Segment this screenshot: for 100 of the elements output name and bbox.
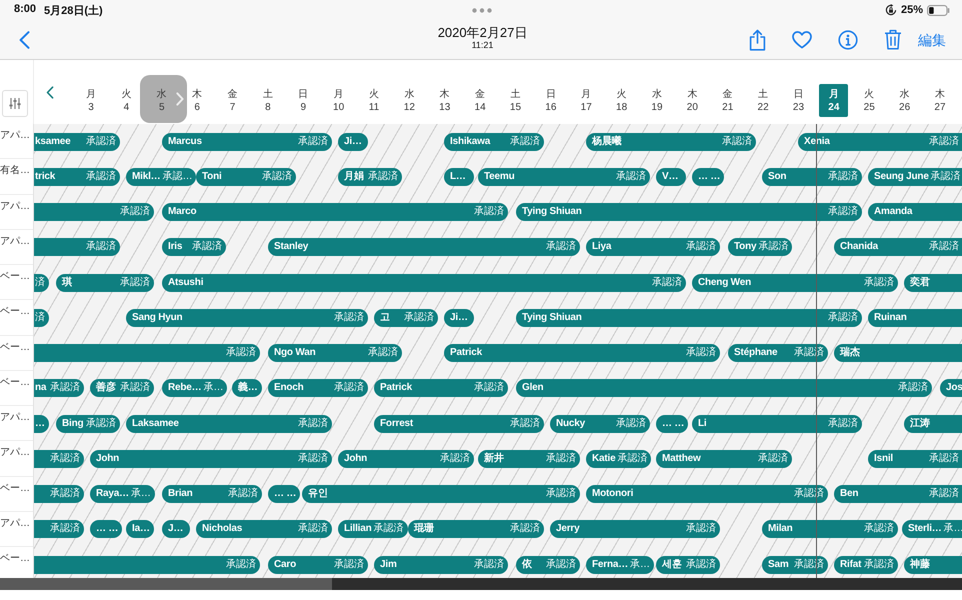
- day-tab[interactable]: 月 10: [324, 84, 354, 117]
- shift-bar[interactable]: Atsushi 承認済: [162, 274, 686, 292]
- shift-bar[interactable]: Patrick 承認済: [444, 344, 720, 362]
- shift-bar[interactable]: Lillian 承認済: [338, 520, 408, 538]
- shift-bar[interactable]: Ji…: [444, 308, 474, 327]
- shift-bar[interactable]: … …: [656, 414, 688, 433]
- day-tab[interactable]: 日 16: [536, 84, 566, 117]
- shift-bar[interactable]: Tying Shiuan 承認済: [516, 203, 862, 222]
- day-tab[interactable]: 木 13: [430, 84, 460, 117]
- shift-bar[interactable]: … …: [692, 168, 724, 186]
- shift-bar[interactable]: Marcus 承認済: [162, 132, 332, 151]
- day-tab[interactable]: 月 24: [819, 84, 848, 117]
- shift-bar[interactable]: Li 承認済: [692, 414, 862, 433]
- shift-bar[interactable]: Brian 承認済: [162, 485, 262, 504]
- shift-bar[interactable]: Matthew 承認済: [656, 450, 792, 468]
- shift-bar[interactable]: Iris 承認済: [162, 238, 226, 256]
- day-tab[interactable]: 土 8: [253, 84, 282, 117]
- shift-bar[interactable]: 琪 承認済: [56, 274, 154, 292]
- shift-bar[interactable]: 承認済: [34, 238, 120, 256]
- shift-bar[interactable]: Sam 承認済: [762, 556, 828, 574]
- day-tab[interactable]: 水 19: [642, 84, 672, 117]
- shift-bar[interactable]: 神藤: [904, 556, 962, 574]
- shift-bar[interactable]: Stéphane 承認済: [728, 344, 828, 362]
- shift-bar[interactable]: Isnil 承認済: [868, 450, 962, 468]
- shift-bar[interactable]: Patrick 承認済: [374, 379, 508, 398]
- shift-bar[interactable]: 杨晨曦 承認済: [586, 132, 756, 151]
- shift-bar[interactable]: 承認済: [34, 203, 154, 222]
- shift-bar[interactable]: … …: [268, 485, 300, 504]
- shift-bar[interactable]: L…: [444, 168, 474, 186]
- shift-bar[interactable]: 義…: [232, 379, 262, 398]
- day-tab[interactable]: 火 11: [359, 84, 388, 117]
- shift-bar[interactable]: Enoch 承認済: [268, 379, 368, 398]
- shift-bar[interactable]: Sterli… 承…: [902, 520, 962, 538]
- shift-bar[interactable]: trick 承認済: [34, 168, 120, 186]
- shift-bar[interactable]: 承認済: [34, 485, 84, 504]
- share-icon[interactable]: [749, 28, 766, 50]
- shift-bar[interactable]: Ishikawa 承認済: [444, 132, 544, 151]
- shift-bar[interactable]: Milan 承認済: [762, 520, 898, 538]
- day-tab[interactable]: 火 25: [854, 84, 884, 117]
- shift-bar[interactable]: Toni 承認済: [196, 168, 296, 186]
- day-tab[interactable]: 水 5: [147, 84, 176, 117]
- shift-bar[interactable]: Liya 承認済: [586, 238, 720, 256]
- shift-bar[interactable]: V…: [656, 168, 686, 186]
- shift-bar[interactable]: Son 承認済: [762, 168, 862, 186]
- shift-bar[interactable]: Katie 承認済: [586, 450, 652, 468]
- shift-bar[interactable]: na 承認済: [34, 379, 84, 398]
- shift-bar[interactable]: Glen 承認済: [516, 379, 932, 398]
- shift-bar[interactable]: 承認済: [34, 344, 260, 362]
- day-tab[interactable]: 火 18: [607, 84, 636, 117]
- shift-bar[interactable]: Ruinan: [868, 308, 962, 327]
- back-icon[interactable]: [19, 30, 30, 48]
- shift-bar[interactable]: 유인 承認済: [302, 485, 580, 504]
- shift-bar[interactable]: Tony 承認済: [728, 238, 792, 256]
- day-tab[interactable]: 水 12: [394, 84, 424, 117]
- info-icon[interactable]: [838, 30, 858, 50]
- shift-bar[interactable]: Ferna… 承…: [586, 556, 654, 574]
- shift-bar[interactable]: Rifat 承認済: [834, 556, 898, 574]
- shift-bar[interactable]: Raya… 承…: [90, 485, 155, 504]
- shift-bar[interactable]: 済: [34, 274, 49, 292]
- shift-bar[interactable]: 琨珊 承認済: [408, 520, 544, 538]
- day-tab[interactable]: 日 9: [288, 84, 318, 117]
- day-tab[interactable]: 月 3: [76, 84, 106, 117]
- day-tab[interactable]: 木 20: [678, 84, 707, 117]
- day-tab[interactable]: 金 7: [218, 84, 247, 117]
- shift-bar[interactable]: 善彦 承認済: [90, 379, 154, 398]
- day-tab[interactable]: 金 21: [713, 84, 742, 117]
- shift-bar[interactable]: Chanida 承認済: [834, 238, 962, 256]
- shift-bar[interactable]: 新井 承認済: [478, 450, 580, 468]
- shift-bar[interactable]: 奕君: [904, 274, 962, 292]
- shift-bar[interactable]: Mikl… 承認…: [126, 168, 196, 186]
- shift-bar[interactable]: John 承認済: [90, 450, 332, 468]
- day-tab[interactable]: 日 23: [784, 84, 813, 117]
- shift-bar[interactable]: 承認済: [34, 556, 260, 574]
- chevron-left-icon[interactable]: [46, 86, 54, 99]
- shift-bar[interactable]: Xenia 承認済: [798, 132, 962, 151]
- shift-bar[interactable]: 承認済: [34, 450, 84, 468]
- day-tab[interactable]: 水 26: [890, 84, 920, 117]
- shift-bar[interactable]: J…: [162, 520, 190, 538]
- shift-bar[interactable]: 세훈 承認済: [656, 556, 720, 574]
- filter-button[interactable]: [2, 90, 28, 117]
- shift-bar[interactable]: ksamee 承認済: [34, 132, 120, 151]
- day-tab[interactable]: 月 17: [572, 84, 601, 117]
- day-tab[interactable]: 土 22: [748, 84, 778, 117]
- thumbnail-strip[interactable]: [0, 578, 962, 590]
- shift-bar[interactable]: Amanda: [868, 203, 962, 222]
- day-tab[interactable]: 火 4: [112, 84, 141, 117]
- shift-bar[interactable]: Cheng Wen 承認済: [692, 274, 898, 292]
- multitasking-dots-icon[interactable]: [472, 8, 492, 12]
- day-tab[interactable]: 木 27: [925, 84, 954, 117]
- day-tab[interactable]: 土 15: [500, 84, 530, 117]
- day-tab[interactable]: 金 14: [466, 84, 495, 117]
- edit-button[interactable]: 編集: [918, 30, 946, 48]
- shift-bar[interactable]: Forrest 承認済: [374, 414, 544, 433]
- shift-bar[interactable]: Rebe… 承…: [162, 379, 228, 398]
- shift-bar[interactable]: Ben 承認済: [834, 485, 962, 504]
- shift-bar[interactable]: Jim 承認済: [374, 556, 508, 574]
- shift-bar[interactable]: 고 承認済: [374, 308, 438, 327]
- shift-bar[interactable]: … …: [90, 520, 122, 538]
- shift-bar[interactable]: John 承認済: [338, 450, 474, 468]
- shift-bar[interactable]: Caro 承認済: [268, 556, 368, 574]
